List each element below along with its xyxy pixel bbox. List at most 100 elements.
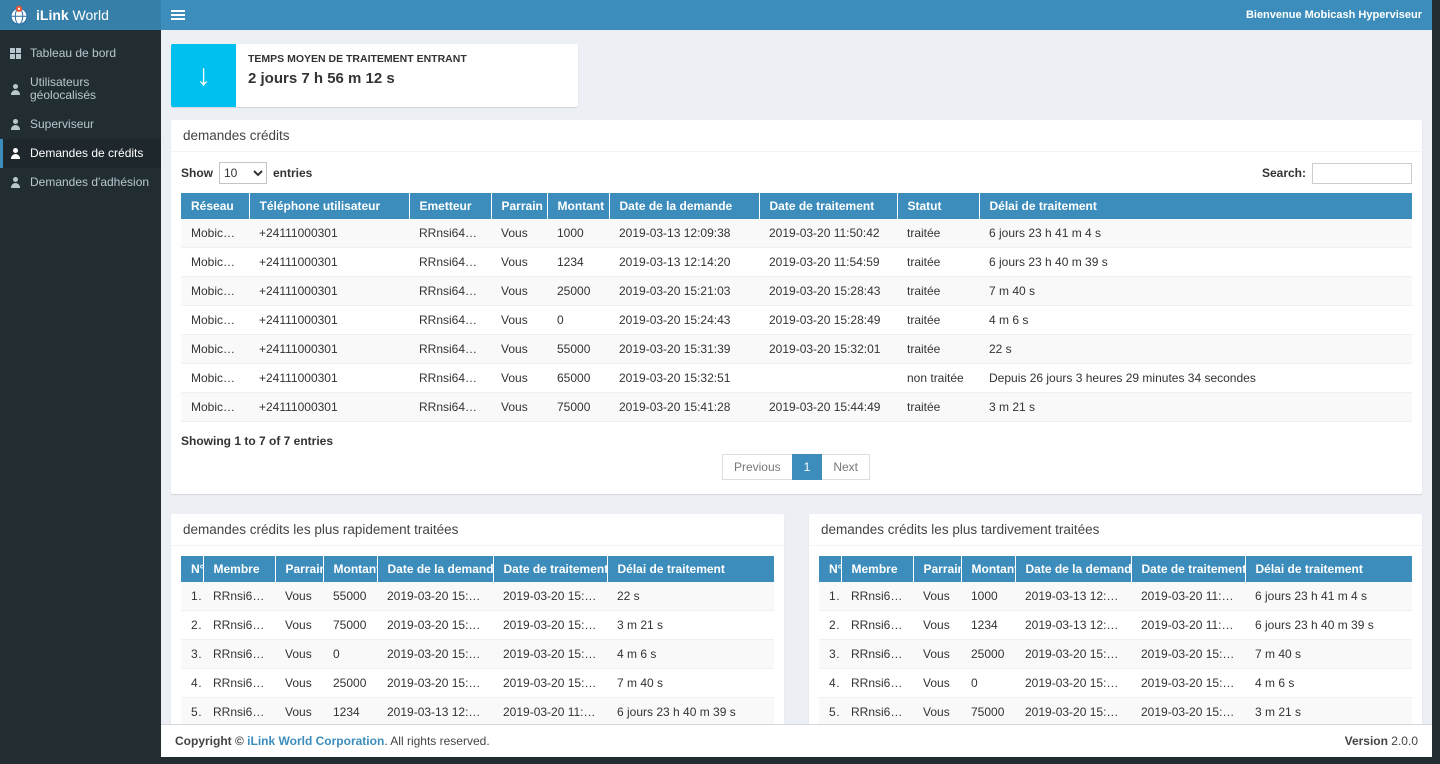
table-cell: Vous xyxy=(913,640,961,669)
table-cell: 2019-03-20 15:28:43 xyxy=(1131,640,1245,669)
previous-page-button[interactable]: Previous xyxy=(722,454,793,480)
main-row: Tableau de bord Utilisateurs géolocalisé… xyxy=(0,30,1432,757)
table-cell: 2019-03-13 12:14:20 xyxy=(377,698,493,725)
column-header[interactable]: Date de la demande xyxy=(1015,556,1131,582)
sidebar-item-supervisor[interactable]: Superviseur xyxy=(0,110,161,139)
table-cell: +24111000301 xyxy=(249,364,409,393)
sidebar: Tableau de bord Utilisateurs géolocalisé… xyxy=(0,30,161,757)
table-cell: 65000 xyxy=(547,364,609,393)
column-header[interactable]: Montant xyxy=(323,556,377,582)
table-cell: +24111000301 xyxy=(249,248,409,277)
sidebar-item-dashboard[interactable]: Tableau de bord xyxy=(0,39,161,68)
column-header[interactable]: Emetteur xyxy=(409,193,491,219)
table-body: 1RRnsi643dPVous550002019-03-20 15:31:392… xyxy=(181,582,774,724)
table-cell: 0 xyxy=(547,306,609,335)
table-cell: 75000 xyxy=(323,611,377,640)
column-header[interactable]: Parrain xyxy=(913,556,961,582)
table-cell: 2019-03-13 12:14:20 xyxy=(609,248,759,277)
table-cell: RRnsi643dP xyxy=(203,640,275,669)
search-label: Search: xyxy=(1262,166,1306,180)
table-cell: 2019-03-20 15:41:28 xyxy=(1015,698,1131,725)
column-header[interactable]: Membre xyxy=(203,556,275,582)
table-info-text: Showing 1 to 7 of 7 entries xyxy=(181,422,1412,450)
table-row: Mobicash+24111000301RRnsi643dPVous550002… xyxy=(181,335,1412,364)
column-header[interactable]: Statut xyxy=(897,193,979,219)
version-label: Version xyxy=(1345,734,1388,748)
content-padding: ↓ TEMPS MOYEN DE TRAITEMENT ENTRANT 2 jo… xyxy=(161,30,1432,724)
table-cell: 2019-03-20 11:54:59 xyxy=(759,248,897,277)
search-control: Search: xyxy=(1262,163,1412,184)
table-cell: 55000 xyxy=(547,335,609,364)
table-row: 1RRnsi643dPVous550002019-03-20 15:31:392… xyxy=(181,582,774,611)
table-cell: Vous xyxy=(913,611,961,640)
column-header[interactable]: Montant xyxy=(961,556,1015,582)
column-header[interactable]: Réseau xyxy=(181,193,249,219)
next-page-button[interactable]: Next xyxy=(821,454,870,480)
table-cell: Mobicash xyxy=(181,219,249,248)
table-cell: 3 xyxy=(181,640,203,669)
table-cell: 2019-03-13 12:14:20 xyxy=(1015,611,1131,640)
column-header[interactable]: N° xyxy=(819,556,841,582)
dashboard-icon xyxy=(10,48,21,59)
sidebar-item-credit-requests[interactable]: Demandes de crédits xyxy=(0,139,161,168)
stat-card-body: TEMPS MOYEN DE TRAITEMENT ENTRANT 2 jour… xyxy=(236,44,479,107)
welcome-user-link[interactable]: Bienvenue Mobicash Hyperviseur xyxy=(1246,9,1422,21)
table-cell: Vous xyxy=(275,698,323,725)
table-row: 1RRnsi643dPVous10002019-03-13 12:09:3820… xyxy=(819,582,1412,611)
fastest-processed-table: N°MembreParrainMontantDate de la demande… xyxy=(181,556,774,724)
column-header[interactable]: Date de traitement xyxy=(493,556,607,582)
slowest-processed-table: N°MembreParrainMontantDate de la demande… xyxy=(819,556,1412,724)
datatable-controls: Show 10 entries Search: xyxy=(181,154,1412,193)
table-cell: RRnsi643dP xyxy=(409,277,491,306)
table-cell: traitée xyxy=(897,335,979,364)
column-header[interactable]: Délai de traitement xyxy=(607,556,774,582)
table-cell: 2019-03-20 15:24:43 xyxy=(377,640,493,669)
sidebar-item-membership-requests[interactable]: Demandes d'adhésion xyxy=(0,168,161,197)
table-cell: Vous xyxy=(913,698,961,725)
bottom-panels-row: demandes crédits les plus rapidement tra… xyxy=(171,514,1422,724)
table-cell: 1 xyxy=(181,582,203,611)
column-header[interactable]: Délai de traitement xyxy=(979,193,1412,219)
column-header[interactable]: Membre xyxy=(841,556,913,582)
fastest-processed-panel-body: N°MembreParrainMontantDate de la demande… xyxy=(171,546,784,724)
column-header[interactable]: Délai de traitement xyxy=(1245,556,1412,582)
column-header[interactable]: Date de traitement xyxy=(759,193,897,219)
table-header-row: N°MembreParrainMontantDate de la demande… xyxy=(181,556,774,582)
table-cell: 6 jours 23 h 40 m 39 s xyxy=(1245,611,1412,640)
column-header[interactable]: Parrain xyxy=(275,556,323,582)
column-header[interactable]: Date de la demande xyxy=(377,556,493,582)
table-cell: 2019-03-20 11:50:42 xyxy=(759,219,897,248)
search-input[interactable] xyxy=(1312,163,1412,184)
table-cell: 2019-03-20 15:28:43 xyxy=(759,277,897,306)
table-cell: +24111000301 xyxy=(249,219,409,248)
company-link[interactable]: iLink World Corporation xyxy=(247,734,384,748)
table-row: 5RRnsi643dPVous750002019-03-20 15:41:282… xyxy=(819,698,1412,725)
table-cell: 75000 xyxy=(547,393,609,422)
table-cell: 6 jours 23 h 40 m 39 s xyxy=(607,698,774,725)
table-cell: 2019-03-20 15:32:01 xyxy=(493,582,607,611)
sidebar-toggle-button[interactable] xyxy=(161,0,195,30)
column-header[interactable]: Parrain xyxy=(491,193,547,219)
column-header[interactable]: Date de traitement xyxy=(1131,556,1245,582)
table-cell: 4 m 6 s xyxy=(607,640,774,669)
membership-requests-icon xyxy=(10,177,21,188)
column-header[interactable]: Téléphone utilisateur xyxy=(249,193,409,219)
table-cell: Vous xyxy=(275,640,323,669)
page-1-button[interactable]: 1 xyxy=(792,454,823,480)
column-header[interactable]: Date de la demande xyxy=(609,193,759,219)
table-row: 5RRnsi643dPVous12342019-03-13 12:14:2020… xyxy=(181,698,774,725)
brand[interactable]: iLink World xyxy=(0,0,161,30)
table-row: 3RRnsi643dPVous02019-03-20 15:24:432019-… xyxy=(181,640,774,669)
table-cell: Vous xyxy=(491,364,547,393)
page-length-select[interactable]: 10 xyxy=(219,162,267,184)
column-header[interactable]: Montant xyxy=(547,193,609,219)
sidebar-item-geolocated-users[interactable]: Utilisateurs géolocalisés xyxy=(0,68,161,110)
table-cell: 4 xyxy=(181,669,203,698)
table-cell: 2019-03-20 15:44:49 xyxy=(759,393,897,422)
column-header[interactable]: N° xyxy=(181,556,203,582)
table-cell: 4 m 6 s xyxy=(979,306,1412,335)
table-body: Mobicash+24111000301RRnsi643dPVous100020… xyxy=(181,219,1412,422)
table-cell: Vous xyxy=(491,277,547,306)
table-head: N°MembreParrainMontantDate de la demande… xyxy=(819,556,1412,582)
table-cell: Vous xyxy=(491,306,547,335)
